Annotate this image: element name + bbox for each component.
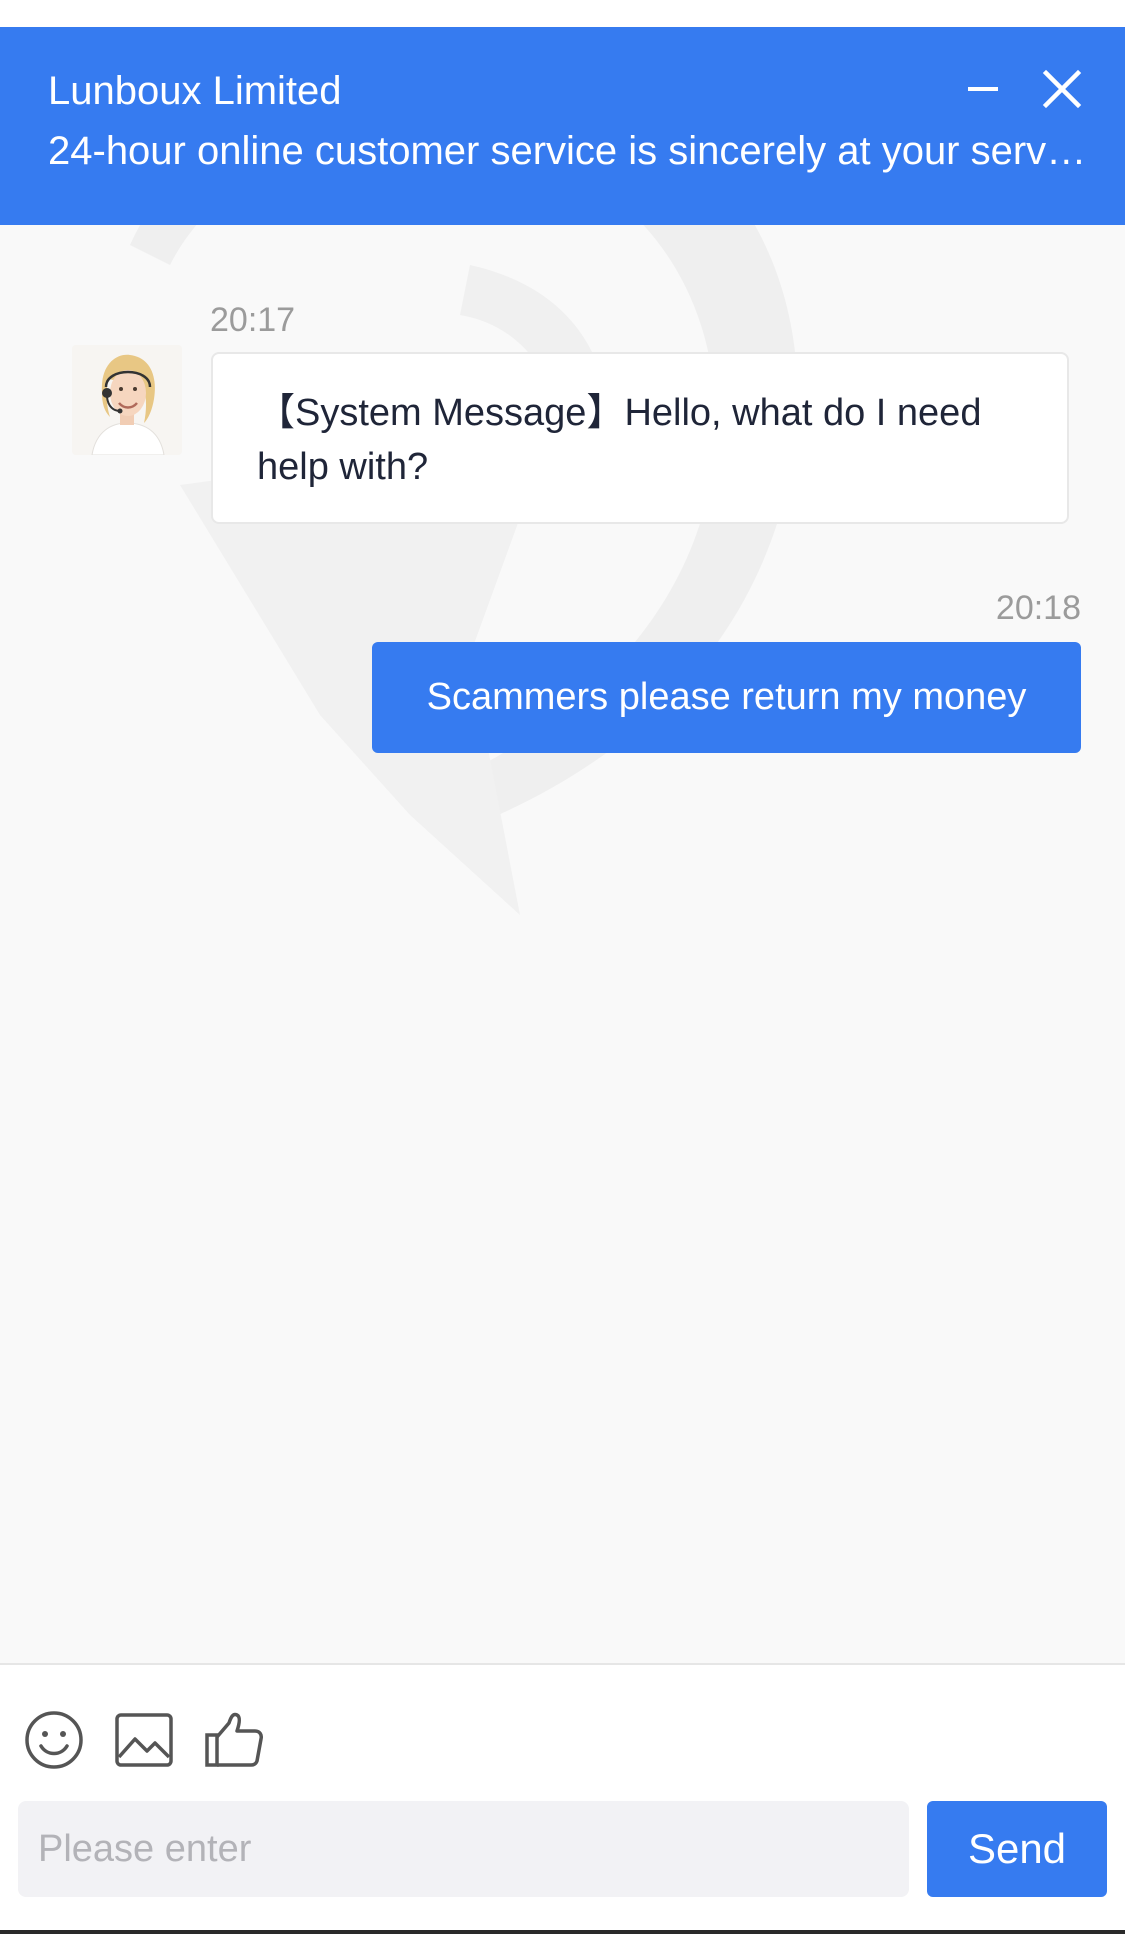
emoji-icon [25, 1711, 83, 1769]
incoming-message-line: 【System Message】Hello, what do I need [257, 392, 982, 434]
image-icon [115, 1713, 173, 1767]
top-strip [0, 0, 1125, 27]
message-timestamp: 20:17 [210, 301, 296, 339]
send-button[interactable]: Send [927, 1801, 1107, 1897]
company-title: Lunboux Limited [48, 69, 342, 113]
incoming-message-line: help with? [257, 446, 429, 488]
close-button[interactable] [1038, 65, 1086, 113]
thumbs-up-icon [205, 1712, 263, 1767]
minus-icon [968, 87, 998, 91]
message-timestamp: 20:18 [995, 589, 1081, 627]
close-icon [1042, 69, 1082, 109]
header-subtitle: 24-hour online customer service is since… [48, 129, 1088, 173]
message-list[interactable]: 20:17 【System Message】Hello, what do I n… [0, 225, 1125, 1663]
message-input[interactable] [18, 1801, 909, 1897]
incoming-message-bubble: 【System Message】Hello, what do I need he… [211, 352, 1069, 524]
rate-service-button[interactable] [203, 1709, 265, 1771]
image-upload-button[interactable] [113, 1709, 175, 1771]
minimize-button[interactable] [960, 65, 1008, 113]
agent-avatar [72, 345, 182, 455]
watermark-logo-icon [130, 225, 798, 915]
agent-avatar-icon [72, 345, 182, 455]
chat-header: Lunboux Limited 24-hour online customer … [0, 27, 1125, 225]
composer-bar: Send [0, 1663, 1125, 1934]
outgoing-message-bubble: Scammers please return my money [372, 642, 1081, 753]
bottom-edge [0, 1930, 1125, 1934]
emoji-button[interactable] [23, 1709, 85, 1771]
chat-widget: Lunboux Limited 24-hour online customer … [0, 0, 1125, 1934]
